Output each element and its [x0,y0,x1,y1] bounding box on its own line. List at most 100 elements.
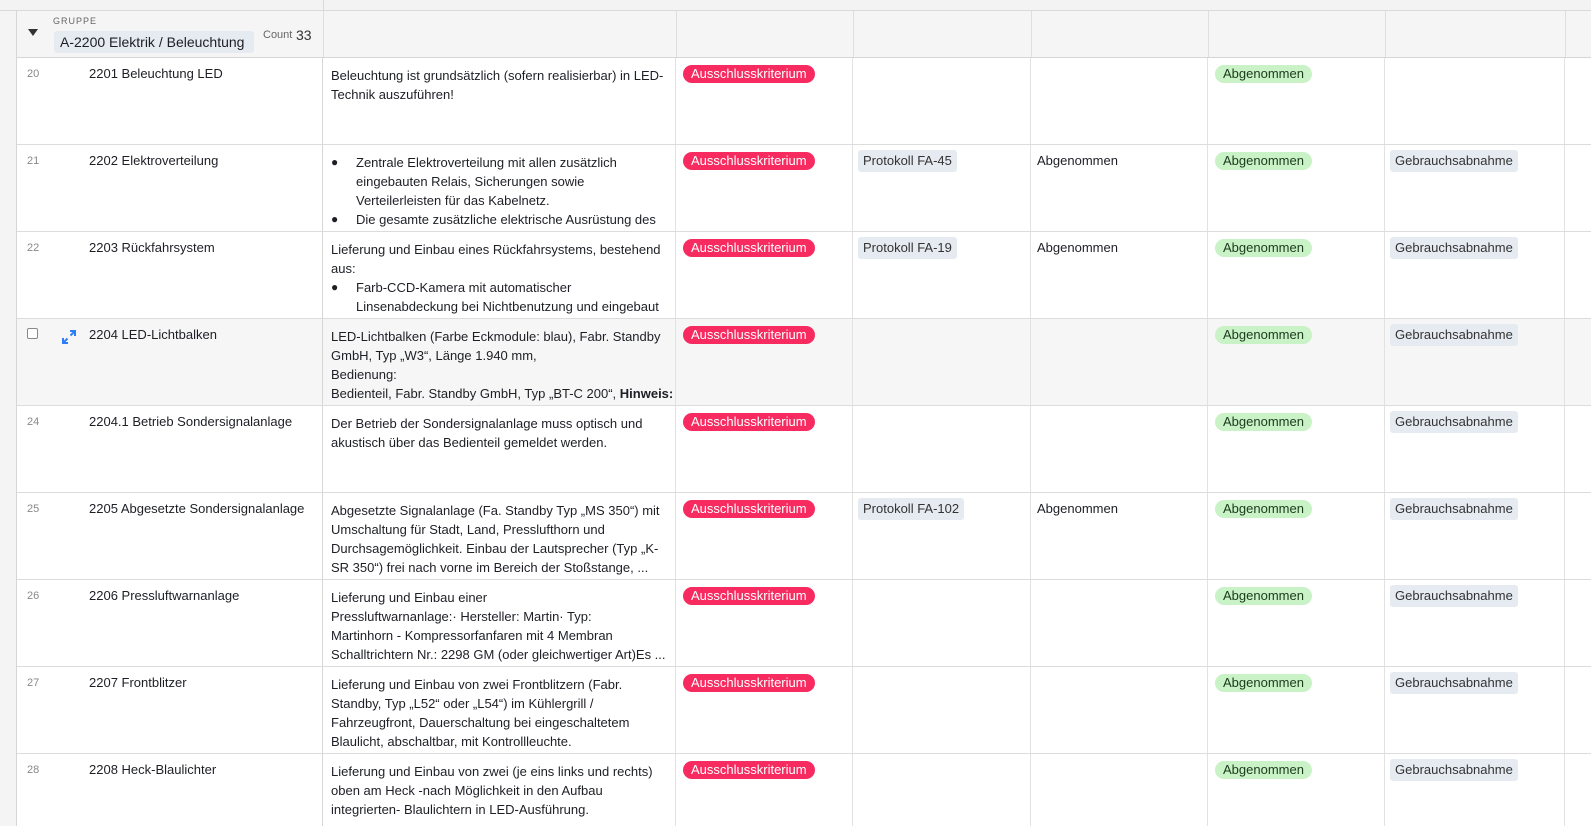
status-cell[interactable]: Abgenommen [1031,493,1208,579]
description-line: Beleuchtung ist grundsätzlich (sofern re… [331,66,667,85]
overflow-cell[interactable] [1565,319,1591,405]
table-row[interactable]: 21 2202 Elektroverteilung Zentrale Elektro… [17,145,1591,232]
acceptance-cell[interactable]: Abgenommen [1208,493,1385,579]
description-text: oben am Heck -nach Möglichkeit in den Au… [331,783,603,798]
status-cell[interactable] [1031,580,1208,666]
acceptance-cell[interactable]: Abgenommen [1208,232,1385,318]
status-cell[interactable]: Abgenommen [1031,145,1208,231]
overflow-cell[interactable] [1565,493,1591,579]
row-number: 20 [27,68,40,80]
acceptance-type-cell[interactable]: Gebrauchsabnahme [1385,754,1565,826]
acceptance-type-cell[interactable]: Gebrauchsabnahme [1385,580,1565,666]
acceptance-type-cell[interactable]: Gebrauchsabnahme [1385,319,1565,405]
table-row[interactable]: 22 2203 Rückfahrsystem Lieferung und Einba… [17,232,1591,319]
acceptance-type-cell[interactable]: Gebrauchsabnahme [1385,667,1565,753]
table-row[interactable]: 24 2204.1 Betrieb Sondersignalanlage Der B… [17,406,1591,493]
acceptance-pill: Abgenommen [1215,413,1312,431]
overflow-cell[interactable] [1565,406,1591,492]
description-text: SR 350“) frei nach vorne im Bereich der … [331,560,649,575]
status-cell[interactable] [1031,319,1208,405]
acceptance-type-tag: Gebrauchsabnahme [1390,759,1518,781]
criterion-cell[interactable]: Ausschlusskriterium [676,232,853,318]
overflow-cell[interactable] [1565,232,1591,318]
criterion-pill: Ausschlusskriterium [683,587,815,605]
description-line: integrierten- Blaulichtern in LED-Ausfüh… [331,800,667,819]
description-cell[interactable]: Lieferung und Einbau von zwei (je eins l… [324,754,676,826]
status-cell[interactable] [1031,406,1208,492]
overflow-cell[interactable] [1565,754,1591,826]
acceptance-cell[interactable]: Abgenommen [1208,319,1385,405]
table-row[interactable]: 25 2205 Abgesetzte Sondersignalanlage Abge… [17,493,1591,580]
description-cell[interactable]: Zentrale Elektroverteilung mit allen zus… [324,145,676,231]
overflow-cell[interactable] [1565,145,1591,231]
caret-down-icon[interactable] [28,29,38,36]
description-cell[interactable]: LED-Lichtbalken (Farbe Eckmodule: blau),… [324,319,676,405]
row-number: 25 [27,503,40,515]
criterion-cell[interactable]: Ausschlusskriterium [676,58,853,144]
group-header[interactable]: GRUPPE A-2200 Elektrik / Beleuchtung Cou… [17,11,1591,58]
requirement-name[interactable]: 2203 Rückfahrsystem [67,232,323,318]
protocol-cell[interactable] [853,58,1031,144]
status-cell[interactable] [1031,58,1208,144]
requirement-name[interactable]: 2205 Abgesetzte Sondersignalanlage [67,493,323,579]
overflow-cell[interactable] [1565,580,1591,666]
requirement-name[interactable]: 2201 Beleuchtung LED [67,58,323,144]
description-cell[interactable]: Lieferung und Einbau eines Rückfahrsyste… [324,232,676,318]
protocol-cell[interactable] [853,580,1031,666]
acceptance-type-cell[interactable]: Gebrauchsabnahme [1385,406,1565,492]
acceptance-cell[interactable]: Abgenommen [1208,406,1385,492]
criterion-cell[interactable]: Ausschlusskriterium [676,667,853,753]
description-cell[interactable]: Der Betrieb der Sondersignalanlage muss … [324,406,676,492]
acceptance-type-cell[interactable]: Gebrauchsabnahme [1385,493,1565,579]
description-cell[interactable]: Beleuchtung ist grundsätzlich (sofern re… [324,58,676,144]
requirement-name[interactable]: 2202 Elektroverteilung [67,145,323,231]
protocol-cell[interactable]: Protokoll FA-102 [853,493,1031,579]
status-text: Abgenommen [1037,501,1118,516]
requirement-name[interactable]: 2208 Heck-Blaulichter [67,754,323,826]
acceptance-cell[interactable]: Abgenommen [1208,667,1385,753]
criterion-cell[interactable]: Ausschlusskriterium [676,493,853,579]
requirement-name[interactable]: 2204 LED-Lichtbalken [67,319,323,405]
acceptance-cell[interactable]: Abgenommen [1208,580,1385,666]
requirement-name[interactable]: 2207 Frontblitzer [67,667,323,753]
requirement-name[interactable]: 2206 Pressluftwarnanlage [67,580,323,666]
criterion-cell[interactable]: Ausschlusskriterium [676,145,853,231]
acceptance-cell[interactable]: Abgenommen [1208,145,1385,231]
criterion-pill: Ausschlusskriterium [683,674,815,692]
overflow-cell[interactable] [1565,667,1591,753]
criterion-cell[interactable]: Ausschlusskriterium [676,754,853,826]
group-count-value: 33 [296,27,312,43]
overflow-cell[interactable] [1565,58,1591,144]
protocol-tag: Protokoll FA-45 [858,150,957,172]
acceptance-type-cell[interactable]: Gebrauchsabnahme [1385,145,1565,231]
description-line: aus: [331,259,667,278]
status-cell[interactable] [1031,667,1208,753]
acceptance-cell[interactable]: Abgenommen [1208,754,1385,826]
criterion-cell[interactable]: Ausschlusskriterium [676,580,853,666]
protocol-cell[interactable]: Protokoll FA-19 [853,232,1031,318]
protocol-cell[interactable] [853,406,1031,492]
table-row[interactable]: 26 2206 Pressluftwarnanlage Lieferung und … [17,580,1591,667]
status-cell[interactable]: Abgenommen [1031,232,1208,318]
acceptance-cell[interactable]: Abgenommen [1208,58,1385,144]
description-cell[interactable]: Abgesetzte Signalanlage (Fa. Standby Typ… [324,493,676,579]
row-number: 26 [27,590,40,602]
protocol-cell[interactable] [853,754,1031,826]
table-row[interactable]: 2204 LED-Lichtbalken LED-Lichtbalken (Far… [17,319,1591,406]
criterion-cell[interactable]: Ausschlusskriterium [676,319,853,405]
table-row[interactable]: 27 2207 Frontblitzer Lieferung und Einbau … [17,667,1591,754]
status-cell[interactable] [1031,754,1208,826]
description-text: Fahrzeugfront, Dauerschaltung bei einges… [331,715,630,730]
table-row[interactable]: 20 2201 Beleuchtung LED Beleuchtung ist gr… [17,58,1591,145]
criterion-cell[interactable]: Ausschlusskriterium [676,406,853,492]
table-row[interactable]: 28 2208 Heck-Blaulichter Lieferung und Ein… [17,754,1591,826]
protocol-cell[interactable] [853,667,1031,753]
description-cell[interactable]: Lieferung und Einbau von zwei Frontblitz… [324,667,676,753]
acceptance-type-cell[interactable]: Gebrauchsabnahme [1385,232,1565,318]
requirement-name[interactable]: 2204.1 Betrieb Sondersignalanlage [67,406,323,492]
protocol-cell[interactable] [853,319,1031,405]
acceptance-type-cell[interactable] [1385,58,1565,144]
protocol-cell[interactable]: Protokoll FA-45 [853,145,1031,231]
description-cell[interactable]: Lieferung und Einbau einer Pressluftwarna… [324,580,676,666]
row-checkbox[interactable] [27,328,38,339]
